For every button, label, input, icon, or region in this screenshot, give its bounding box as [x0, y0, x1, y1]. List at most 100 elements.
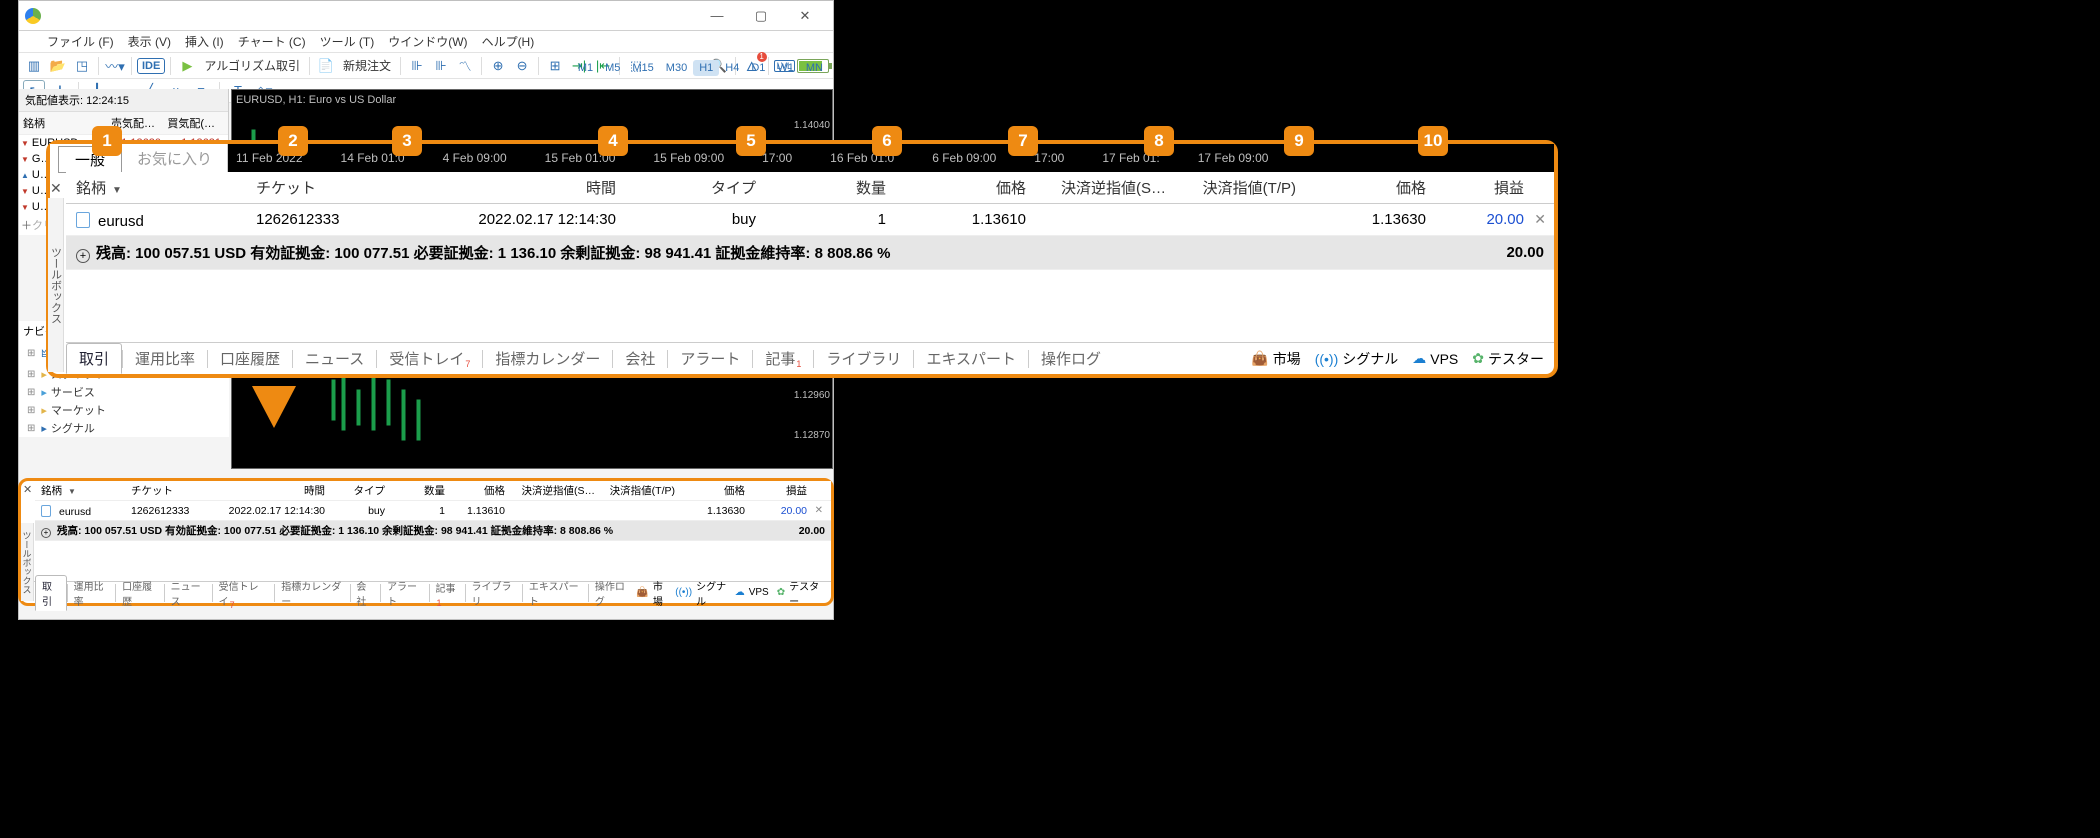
- toolbox-tab[interactable]: 指標カレンダー: [275, 576, 349, 610]
- toolbox-tab[interactable]: エキスパート: [523, 576, 588, 610]
- tab-favorites[interactable]: お気に入り: [122, 145, 227, 172]
- minimize-button[interactable]: —: [695, 2, 739, 30]
- trade-row[interactable]: eurusd 1262612333 2022.02.17 12:14:30 bu…: [66, 204, 1554, 236]
- toolbox-tab[interactable]: ニュース: [293, 344, 376, 373]
- new-chart-icon[interactable]: ▥: [23, 55, 45, 77]
- panel-close-icon[interactable]: ✕: [48, 180, 64, 197]
- mw-col-ask[interactable]: 買気配(…: [159, 112, 219, 134]
- zoom-out-icon[interactable]: ⊖: [511, 55, 533, 77]
- toolbox-tab[interactable]: 取引: [35, 575, 67, 611]
- new-order-label[interactable]: 新規注文: [339, 57, 395, 74]
- menu-insert[interactable]: 挿入 (I): [181, 33, 228, 50]
- toolbox-tab[interactable]: 操作ログ: [1029, 344, 1113, 373]
- toolbox-tab[interactable]: 指標カレンダー: [483, 344, 612, 373]
- toolbox-link[interactable]: ((•))シグナル: [675, 578, 726, 608]
- toolbox-link[interactable]: 👜市場: [1251, 349, 1300, 369]
- toolbox-tab[interactable]: 会社: [613, 344, 667, 373]
- save-icon[interactable]: ◳: [71, 55, 93, 77]
- line-chart-icon[interactable]: 〽: [454, 55, 476, 77]
- cell-price: 1.13610: [896, 211, 1036, 228]
- panel-close-icon[interactable]: ✕: [23, 483, 32, 496]
- mw-col-symbol[interactable]: 銘柄: [19, 112, 99, 134]
- hdr-time[interactable]: 時間: [396, 177, 626, 198]
- toolbox-tab[interactable]: ライブラリ: [466, 576, 522, 610]
- nav-item[interactable]: ▸ サービス: [19, 383, 229, 401]
- algo-play-icon[interactable]: ▶: [176, 55, 198, 77]
- tf-h1[interactable]: H1: [693, 60, 719, 76]
- hdr-ticket[interactable]: チケット: [246, 177, 396, 198]
- tf-m15[interactable]: M15: [626, 60, 659, 76]
- toolbox-link[interactable]: ☁VPS: [1412, 350, 1458, 367]
- toolbox-tab[interactable]: 記事1: [430, 578, 465, 608]
- toolbox-link[interactable]: ☁VPS: [735, 587, 769, 598]
- tf-mn[interactable]: MN: [800, 60, 829, 76]
- new-order-icon[interactable]: 📄: [315, 55, 337, 77]
- trade-table-header: 銘柄▼ チケット 時間 タイプ 数量 価格 決済逆指値(S… 決済指値(T/P)…: [35, 481, 831, 501]
- toolbox-link[interactable]: ((•))シグナル: [1315, 349, 1399, 369]
- hdr-profit[interactable]: 損益: [1436, 177, 1554, 198]
- expand-icon[interactable]: +: [76, 249, 90, 263]
- trade-row[interactable]: eurusd 1262612333 2022.02.17 12:14:30 bu…: [35, 501, 831, 521]
- toolbox-tab[interactable]: 運用比率: [68, 576, 116, 610]
- menu-view[interactable]: 表示 (V): [124, 33, 175, 50]
- toolbox-link[interactable]: ✿テスター: [777, 578, 821, 608]
- link-icon: ((•)): [1315, 351, 1339, 367]
- ide-button[interactable]: IDE: [137, 58, 165, 74]
- menu-tools[interactable]: ツール (T): [316, 33, 379, 50]
- annotation-badge: 3: [392, 126, 422, 156]
- toolbox-vertical-label: ツールボックス: [21, 523, 34, 601]
- toolbox-tab[interactable]: アラート: [668, 344, 752, 373]
- toolbox-tab[interactable]: 口座履歴: [116, 576, 164, 610]
- hdr-tp[interactable]: 決済指値(T/P): [1176, 177, 1306, 198]
- tf-w1[interactable]: W1: [771, 60, 800, 76]
- line-style-icon[interactable]: 〰▾: [104, 55, 126, 77]
- close-trade-icon[interactable]: ✕: [815, 505, 823, 516]
- toolbox-tab[interactable]: 操作ログ: [589, 576, 637, 610]
- maximize-button[interactable]: ▢: [739, 2, 783, 30]
- tf-m1[interactable]: M1: [572, 60, 599, 76]
- link-icon: 👜: [1251, 350, 1268, 367]
- tf-d1[interactable]: D1: [745, 60, 771, 76]
- toolbox-tab[interactable]: 会社: [350, 576, 380, 610]
- grid-icon[interactable]: ⊞: [544, 55, 566, 77]
- cell-price2: 1.13630: [1306, 211, 1436, 228]
- hdr-symbol[interactable]: 銘柄▼: [66, 177, 246, 198]
- menu-window[interactable]: ウインドウ(W): [384, 33, 471, 50]
- toolbox-tab[interactable]: 受信トレイ7: [213, 576, 275, 610]
- tf-m30[interactable]: M30: [660, 60, 693, 76]
- algo-label[interactable]: アルゴリズム取引: [200, 57, 304, 74]
- close-trade-icon[interactable]: ✕: [1534, 211, 1546, 228]
- menu-chart[interactable]: チャート (C): [234, 33, 310, 50]
- toolbox-tab[interactable]: 口座履歴: [208, 344, 292, 373]
- toolbox-tab[interactable]: アラート: [381, 576, 429, 610]
- tf-m5[interactable]: M5: [599, 60, 626, 76]
- toolbox-tab[interactable]: 記事1: [753, 344, 813, 373]
- toolbox-link[interactable]: ✿テスター: [1472, 349, 1544, 369]
- toolbox-tab[interactable]: ニュース: [165, 576, 212, 610]
- link-icon: ✿: [1472, 350, 1484, 367]
- hdr-type[interactable]: タイプ: [626, 177, 766, 198]
- hdr-volume[interactable]: 数量: [766, 177, 896, 198]
- open-icon[interactable]: 📂: [47, 55, 69, 77]
- toolbox-tab[interactable]: 取引: [66, 343, 122, 374]
- cell-volume: 1: [766, 211, 896, 228]
- toolbox-tab[interactable]: 受信トレイ7: [377, 344, 482, 373]
- expand-icon[interactable]: +: [41, 528, 51, 538]
- hdr-price2[interactable]: 価格: [1306, 177, 1436, 198]
- zoom-in-icon[interactable]: ⊕: [487, 55, 509, 77]
- toolbox-tab[interactable]: 運用比率: [123, 344, 207, 373]
- menu-file[interactable]: ファイル (F): [43, 33, 118, 50]
- toolbox-source-panel: ✕ ツールボックス 銘柄▼ チケット 時間 タイプ 数量 価格 決済逆指値(S……: [18, 478, 834, 606]
- toolbox-link[interactable]: 👜市場: [636, 578, 667, 608]
- candles-icon[interactable]: ⊪: [406, 55, 428, 77]
- nav-item[interactable]: ▸ シグナル: [19, 419, 229, 437]
- hdr-sl[interactable]: 決済逆指値(S…: [1036, 177, 1176, 198]
- menu-help[interactable]: ヘルプ(H): [478, 33, 539, 50]
- close-button[interactable]: ✕: [783, 2, 827, 30]
- tf-h4[interactable]: H4: [719, 60, 745, 76]
- bars-icon[interactable]: ⊪: [430, 55, 452, 77]
- toolbox-tab[interactable]: エキスパート: [914, 344, 1028, 373]
- toolbox-tab[interactable]: ライブラリ: [814, 344, 913, 373]
- nav-item[interactable]: ▸ マーケット: [19, 401, 229, 419]
- hdr-price[interactable]: 価格: [896, 177, 1036, 198]
